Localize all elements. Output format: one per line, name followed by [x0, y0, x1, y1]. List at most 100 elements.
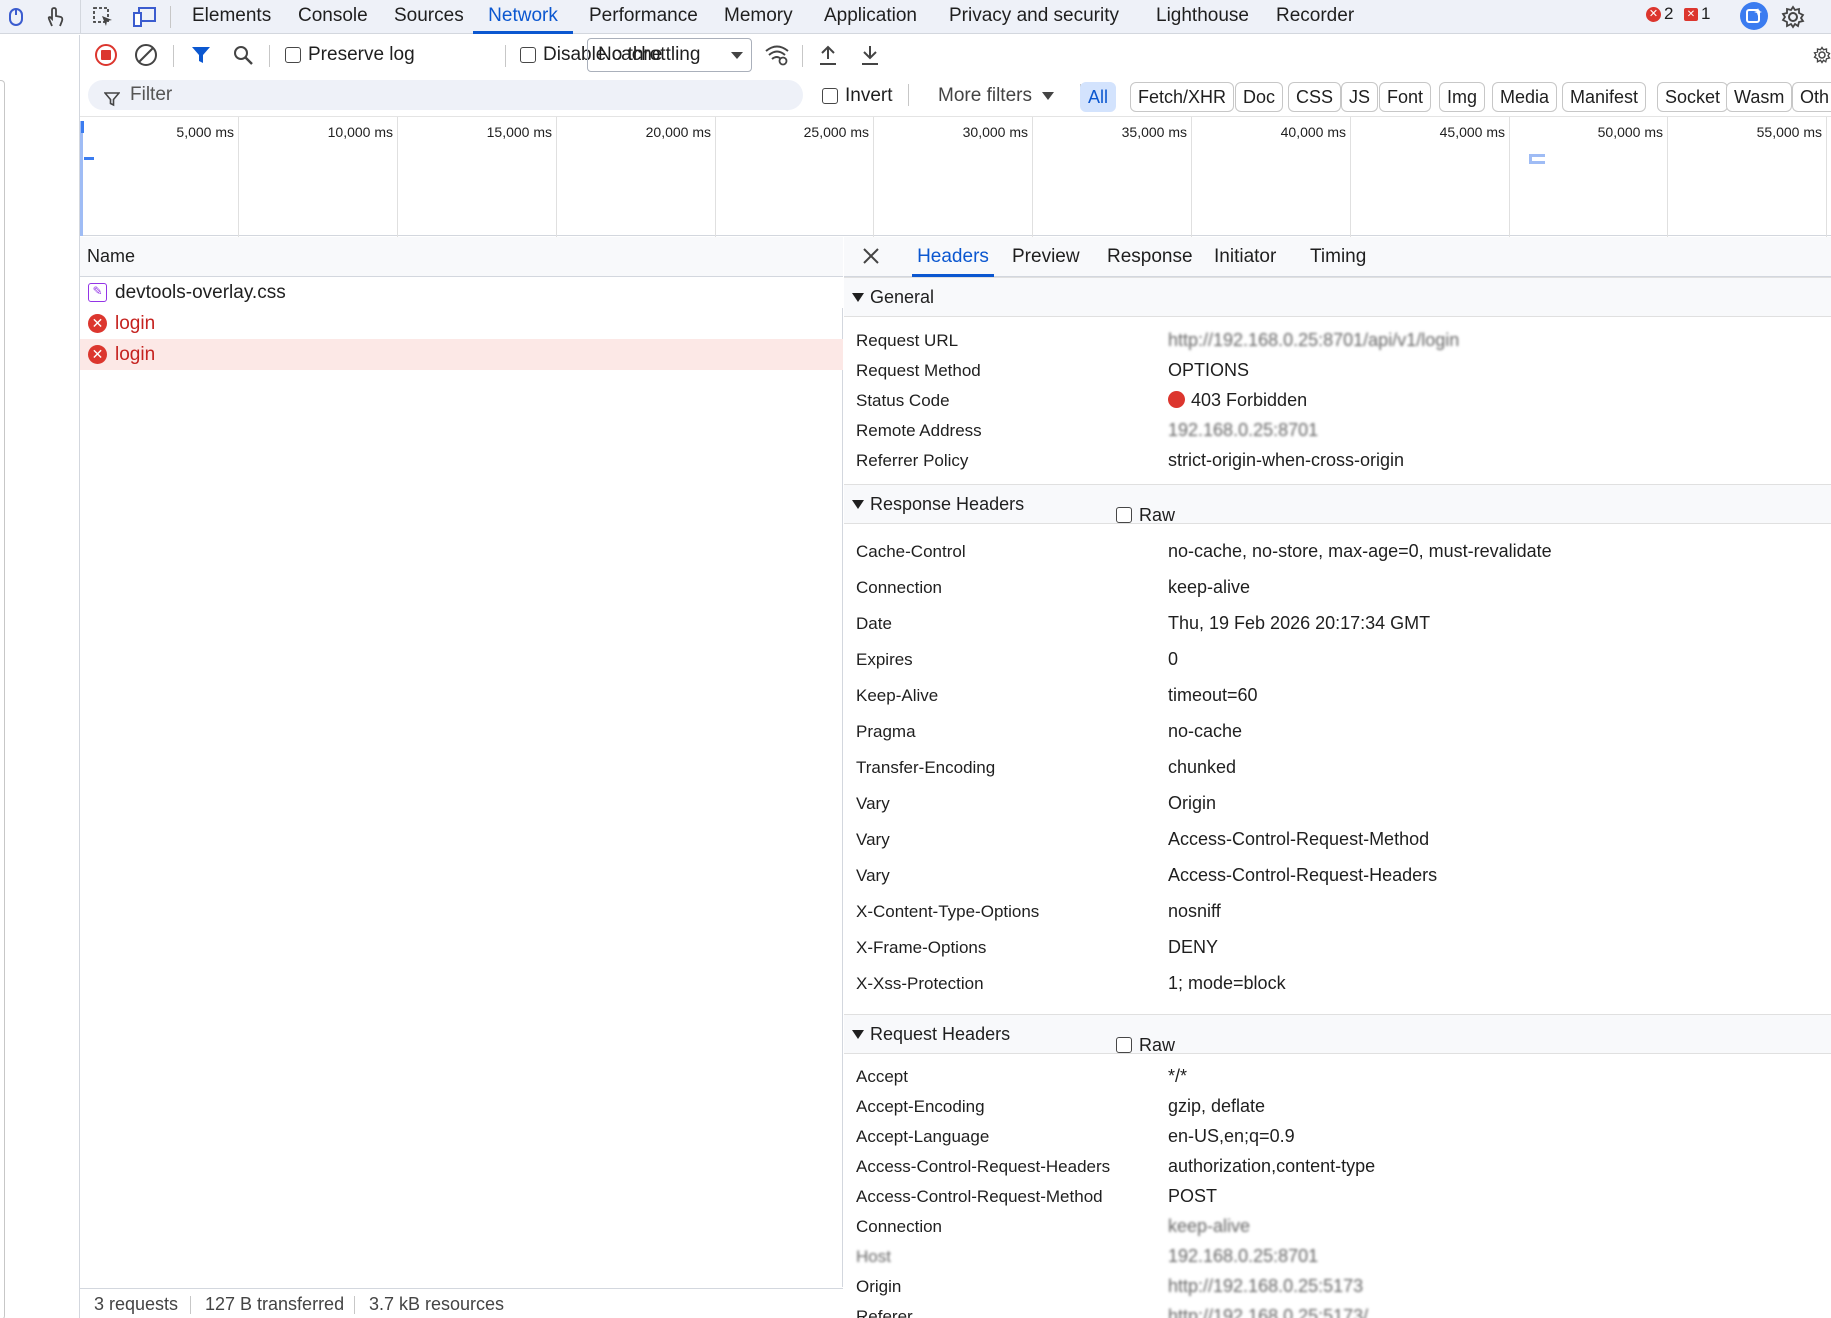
- mouse-icon[interactable]: [3, 4, 29, 30]
- throttling-select[interactable]: No throttling: [587, 38, 752, 72]
- timeline-tick-label: 20,000 ms: [645, 124, 711, 140]
- filter-type-js[interactable]: JS: [1341, 82, 1379, 112]
- settings-gear-icon[interactable]: [1780, 4, 1806, 30]
- tab-memory[interactable]: Memory: [722, 0, 795, 34]
- tab-timing[interactable]: Timing: [1308, 237, 1368, 277]
- header-value: OPTIONS: [1168, 360, 1250, 380]
- request-row[interactable]: ✕ login: [80, 308, 843, 339]
- invert-checkbox[interactable]: Invert: [822, 82, 893, 110]
- timeline-request-bar: [1529, 161, 1545, 164]
- header-key: Request Method: [856, 361, 981, 380]
- network-conditions-icon[interactable]: [762, 41, 792, 69]
- header-key: X-Content-Type-Options: [856, 902, 1040, 921]
- tab-response[interactable]: Response: [1105, 237, 1195, 277]
- response-headers-section-header[interactable]: Response Headers Raw: [844, 484, 1831, 525]
- request-raw-checkbox[interactable]: Raw: [1116, 1026, 1175, 1064]
- request-raw-check-box[interactable]: [1116, 1037, 1132, 1053]
- filter-type-socket[interactable]: Socket: [1657, 82, 1729, 112]
- filter-type-img[interactable]: Img: [1439, 82, 1486, 112]
- tab-preview[interactable]: Preview: [1010, 237, 1082, 277]
- request-count: 3 requests: [94, 1294, 179, 1314]
- header-value: timeout=60: [1168, 685, 1258, 705]
- header-key: X-Frame-Options: [856, 938, 987, 957]
- tab-elements[interactable]: Elements: [190, 0, 273, 34]
- export-har-icon[interactable]: [857, 41, 883, 69]
- header-key: Cache-Control: [856, 542, 966, 561]
- import-har-icon[interactable]: [815, 41, 841, 69]
- filter-funnel-icon[interactable]: [188, 41, 214, 69]
- timeline-tick-label: 30,000 ms: [962, 124, 1028, 140]
- gutter-scrollbar[interactable]: [0, 80, 5, 1318]
- header-key: Expires: [856, 650, 913, 669]
- filter-type-all[interactable]: All: [1080, 82, 1117, 112]
- issue-count-badge[interactable]: ✕ 1: [1684, 4, 1710, 24]
- request-list: Name ✎ devtools-overlay.css ✕ login ✕ lo…: [80, 237, 843, 1287]
- filter-type-wasm[interactable]: Wasm: [1726, 82, 1793, 112]
- timeline-tick-label: 5,000 ms: [176, 124, 234, 140]
- filter-type-other[interactable]: Oth: [1792, 82, 1831, 112]
- filter-type-font[interactable]: Font: [1379, 82, 1432, 112]
- header-value: */*: [1168, 1066, 1188, 1086]
- tab-console[interactable]: Console: [296, 0, 370, 34]
- header-value: 1; mode=block: [1168, 973, 1286, 993]
- clear-icon[interactable]: [132, 41, 160, 69]
- header-value: DENY: [1168, 937, 1219, 957]
- filter-input[interactable]: Filter: [88, 80, 803, 110]
- request-row[interactable]: ✎ devtools-overlay.css: [80, 277, 843, 308]
- header-value: 0: [1168, 649, 1179, 669]
- request-headers-section-header[interactable]: Request Headers Raw: [844, 1014, 1831, 1055]
- timeline-left-handle[interactable]: [80, 121, 83, 236]
- touch-icon[interactable]: [42, 4, 68, 30]
- filter-type-css[interactable]: CSS: [1288, 82, 1342, 112]
- filter-row: Filter Invert More filters All Fetch/XHR…: [80, 76, 1831, 116]
- tab-performance[interactable]: Performance: [587, 0, 700, 34]
- tab-lighthouse[interactable]: Lighthouse: [1154, 0, 1251, 34]
- name-column-header[interactable]: Name: [80, 237, 843, 277]
- tab-privacy-and-security[interactable]: Privacy and security: [947, 0, 1121, 34]
- header-value: en-US,en;q=0.9: [1168, 1126, 1295, 1146]
- tab-application[interactable]: Application: [822, 0, 919, 34]
- tab-sources[interactable]: Sources: [392, 0, 466, 34]
- network-settings-gear-icon[interactable]: [1813, 41, 1831, 69]
- timeline-overview[interactable]: 5,000 ms 10,000 ms 15,000 ms 20,000 ms 2…: [80, 116, 1831, 237]
- timeline-tick-label: 15,000 ms: [486, 124, 552, 140]
- search-icon[interactable]: [230, 41, 256, 69]
- response-raw-checkbox[interactable]: Raw: [1116, 496, 1175, 534]
- filter-type-fetch-xhr[interactable]: Fetch/XHR: [1130, 82, 1235, 112]
- tab-recorder[interactable]: Recorder: [1274, 0, 1356, 34]
- disable-cache-check-box[interactable]: [520, 47, 536, 63]
- preserve-log-checkbox[interactable]: Preserve log: [285, 41, 415, 69]
- network-status-bar: 3 requests 127 B transferred 3.7 kB reso…: [80, 1288, 843, 1318]
- header-value: gzip, deflate: [1168, 1096, 1266, 1116]
- network-toolbar: Preserve log Disable cache No throttling: [80, 35, 1831, 75]
- header-key: Keep-Alive: [856, 686, 939, 705]
- close-icon[interactable]: [862, 247, 880, 270]
- more-filters-dropdown[interactable]: More filters: [938, 82, 1054, 110]
- inspect-element-icon[interactable]: [90, 4, 116, 30]
- filter-type-doc[interactable]: Doc: [1235, 82, 1284, 112]
- ai-assistant-icon[interactable]: [1740, 2, 1768, 30]
- header-value: POST: [1168, 1186, 1218, 1206]
- header-key: Host: [856, 1247, 891, 1266]
- error-count-badge[interactable]: ✕ 2: [1646, 4, 1673, 24]
- tab-initiator[interactable]: Initiator: [1212, 237, 1278, 277]
- tab-headers[interactable]: Headers: [912, 237, 994, 277]
- device-toolbar-icon[interactable]: [132, 4, 158, 30]
- filter-type-media[interactable]: Media: [1492, 82, 1558, 112]
- request-row-selected[interactable]: ✕ login: [80, 339, 843, 370]
- general-section-header[interactable]: General: [844, 277, 1831, 317]
- filter-type-manifest[interactable]: Manifest: [1562, 82, 1647, 112]
- timeline-tick-label: 25,000 ms: [803, 124, 869, 140]
- response-raw-check-box[interactable]: [1116, 507, 1132, 523]
- header-key: Access-Control-Request-Method: [856, 1187, 1103, 1206]
- preserve-log-check-box[interactable]: [285, 47, 301, 63]
- header-key: Accept: [856, 1067, 908, 1086]
- header-key: Vary: [856, 794, 890, 813]
- collapse-triangle-icon: [852, 500, 864, 509]
- header-value: no-cache, no-store, max-age=0, must-reva…: [1168, 541, 1552, 561]
- invert-check-box[interactable]: [822, 88, 838, 104]
- status-error-dot-icon: [1168, 391, 1185, 408]
- tab-network[interactable]: Network: [473, 0, 573, 34]
- header-key: Access-Control-Request-Headers: [856, 1157, 1111, 1176]
- stop-recording-icon[interactable]: [92, 41, 120, 69]
